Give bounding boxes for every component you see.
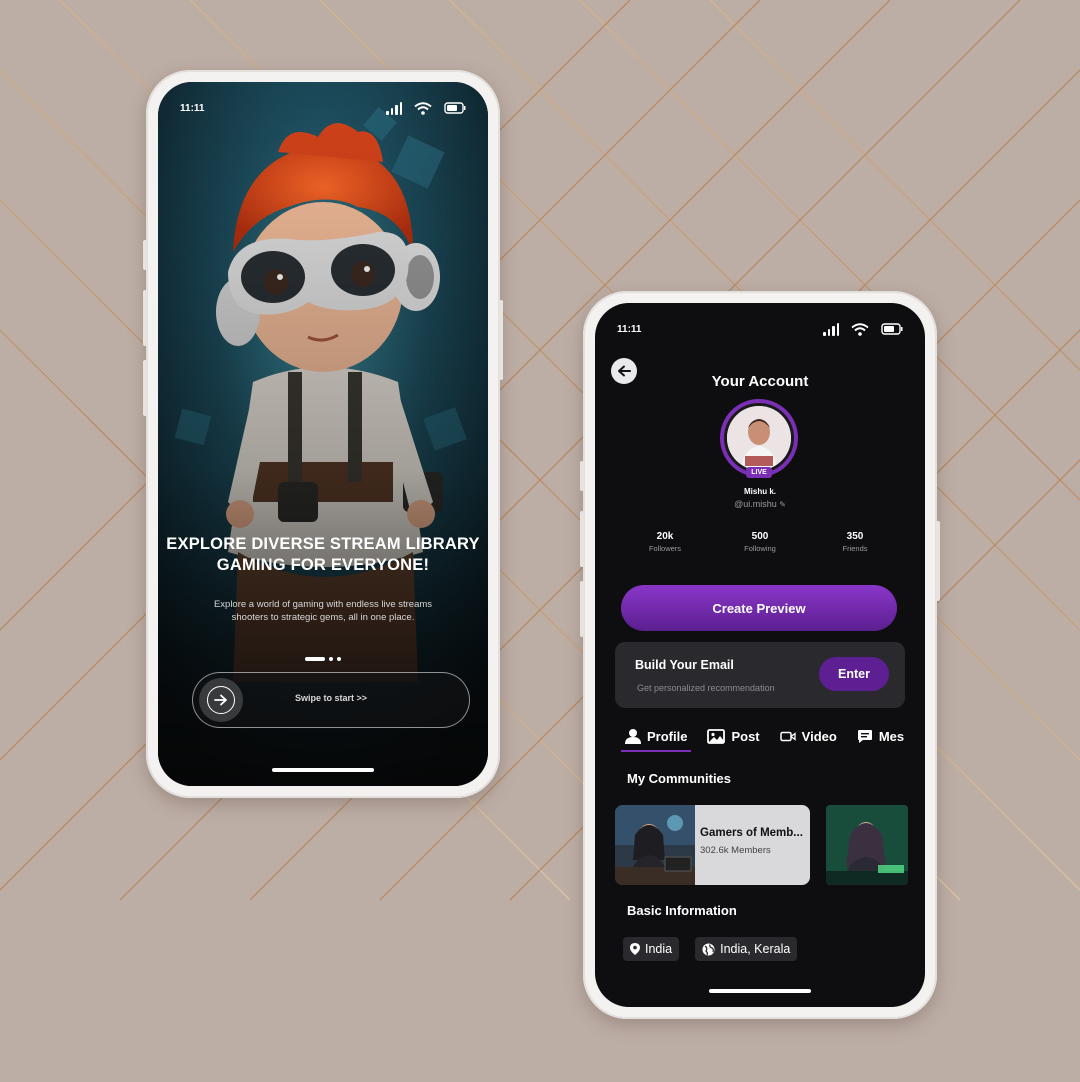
subtitle-line-2: shooters to strategic gems, all in one p… — [231, 612, 415, 623]
tab-label: Post — [731, 728, 760, 744]
onboarding-subtitle: Explore a world of gaming with endless l… — [188, 598, 458, 624]
chip-label: India — [645, 942, 673, 956]
community-thumbnail — [826, 805, 908, 885]
wifi-icon — [851, 322, 869, 336]
community-name: Gamers of Memb... — [700, 827, 803, 839]
basic-info-chips: India India, Kerala — [623, 937, 798, 961]
wifi-icon — [414, 101, 432, 115]
community-thumbnail — [615, 805, 695, 885]
avatar-photo — [727, 406, 791, 470]
swipe-label: Swipe to start >> — [294, 693, 368, 703]
battery-icon — [881, 323, 903, 335]
home-indicator — [272, 768, 374, 772]
user-name: Mishu k. — [743, 487, 776, 496]
user-handle: @ui.mishu ✎ — [595, 499, 925, 509]
email-card-title: Build Your Email — [635, 658, 734, 672]
status-time: 11:11 — [617, 323, 642, 335]
live-badge: LIVE — [746, 467, 772, 478]
email-card-subtitle: Get personalized recommendation — [637, 683, 775, 693]
page-dot-active[interactable] — [305, 657, 325, 661]
communities-heading: My Communities — [627, 771, 732, 786]
signal-icon — [386, 101, 402, 115]
title-line-2: GAMING FOR EVERYONE! — [216, 556, 430, 574]
title-line-1: EXPLORE DIVERSE STREAM LIBRARY — [166, 535, 480, 553]
community-card-2[interactable] — [826, 805, 908, 885]
country-chip[interactable]: India — [623, 937, 680, 961]
page-dot[interactable] — [329, 657, 333, 661]
status-time: 11:11 — [180, 102, 205, 114]
build-email-card: Build Your Email Get personalized recomm… — [615, 642, 905, 708]
basic-info-heading: Basic Information — [627, 903, 737, 918]
page-dot[interactable] — [337, 657, 341, 661]
page-title: Your Account — [711, 373, 809, 390]
user-icon — [625, 729, 641, 744]
stat-label: Friends — [842, 544, 868, 553]
community-members: 302.6k Members — [700, 845, 771, 856]
message-icon — [857, 729, 872, 743]
subtitle-line-1: Explore a world of gaming with endless l… — [213, 599, 433, 610]
user-handle-text: @ui.mishu — [734, 499, 777, 509]
location-pin-icon — [630, 943, 640, 955]
stat-followers[interactable]: 20k Followers — [625, 531, 705, 553]
globe-icon — [702, 943, 715, 955]
onboarding-phone: 11:11 EXPLORE DIVERSE STREAM LIBRARY GAM… — [143, 70, 503, 798]
page-indicator — [158, 657, 488, 661]
account-phone: 11:11 Your Account LIVE Mishu k. @ui.mis… — [580, 291, 940, 1019]
battery-icon — [444, 102, 466, 114]
onboarding-screen: 11:11 EXPLORE DIVERSE STREAM LIBRARY GAM… — [158, 82, 488, 786]
tab-label: Video — [801, 728, 837, 744]
tab-label: Profile — [647, 728, 688, 744]
home-indicator — [709, 989, 811, 993]
stat-label: Followers — [648, 544, 682, 553]
stat-label: Following — [744, 544, 776, 553]
stat-value: 500 — [751, 531, 769, 542]
tab-post[interactable]: Post — [707, 728, 760, 752]
image-icon — [707, 728, 726, 744]
stat-value: 20k — [656, 531, 674, 542]
create-preview-button[interactable]: Create Preview — [621, 585, 897, 631]
avatar[interactable]: LIVE — [720, 399, 798, 478]
account-screen: 11:11 Your Account LIVE Mishu k. @ui.mis… — [595, 303, 925, 1007]
edit-icon[interactable]: ✎ — [779, 500, 786, 509]
chip-label: India, Kerala — [720, 942, 791, 956]
status-bar: 11:11 — [180, 98, 466, 118]
status-bar: 11:11 — [617, 319, 903, 339]
tab-messages[interactable]: Mes — [857, 728, 904, 752]
signal-icon — [823, 322, 839, 336]
community-card[interactable]: Gamers of Memb... 302.6k Members — [615, 805, 810, 885]
onboarding-title: EXPLORE DIVERSE STREAM LIBRARY GAMING FO… — [158, 534, 488, 576]
profile-stats: 20k Followers 500 Following 350 Friends — [625, 531, 895, 553]
tab-label: Mes — [878, 728, 905, 744]
video-icon — [779, 731, 796, 741]
tab-video[interactable]: Video — [779, 728, 837, 752]
stat-following[interactable]: 500 Following — [720, 531, 800, 553]
stat-value: 350 — [846, 531, 864, 542]
stat-friends[interactable]: 350 Friends — [815, 531, 895, 553]
swipe-to-start-slider[interactable]: Swipe to start >> — [192, 672, 470, 728]
enter-button[interactable]: Enter — [819, 657, 889, 691]
tab-profile[interactable]: Profile — [620, 728, 692, 752]
region-chip[interactable]: India, Kerala — [695, 937, 798, 961]
profile-tabs: Profile Post Video Mes — [620, 728, 925, 752]
